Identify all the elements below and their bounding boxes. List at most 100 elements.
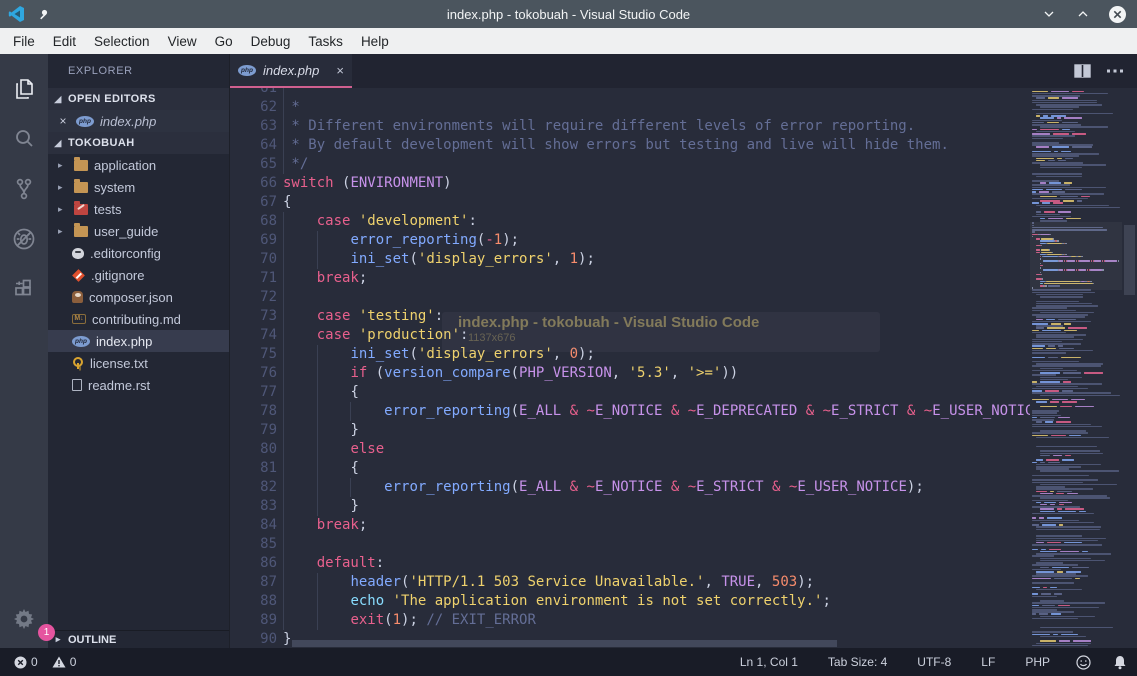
line-number[interactable]: 63 — [230, 117, 277, 136]
tree-item-tests[interactable]: ▸tests — [48, 198, 229, 220]
close-button[interactable] — [1107, 4, 1127, 24]
code-line-86[interactable]: default: — [283, 554, 1030, 573]
code-line-89[interactable]: exit(1); // EXIT_ERROR — [283, 611, 1030, 630]
feedback-smiley-icon[interactable] — [1076, 655, 1091, 670]
status-ln-1-col-1[interactable]: Ln 1, Col 1 — [736, 655, 802, 669]
line-number[interactable]: 67 — [230, 193, 277, 212]
code-line-66[interactable]: switch (ENVIRONMENT) — [283, 174, 1030, 193]
close-editor-icon[interactable]: × — [56, 114, 70, 128]
tree-item-index-php[interactable]: index.php — [48, 330, 229, 352]
tree-item-gitignore[interactable]: .gitignore — [48, 264, 229, 286]
line-number[interactable]: 69 — [230, 231, 277, 250]
line-number[interactable]: 85 — [230, 535, 277, 554]
search-icon[interactable] — [0, 114, 48, 164]
line-number[interactable]: 73 — [230, 307, 277, 326]
open-editor-item[interactable]: × index.php — [48, 110, 229, 132]
problems-errors[interactable]: 0 — [10, 655, 42, 669]
horizontal-scrollbar-thumb[interactable] — [292, 640, 837, 647]
tab-close-icon[interactable]: × — [336, 63, 344, 78]
menu-view[interactable]: View — [159, 30, 206, 53]
line-number[interactable]: 64 — [230, 136, 277, 155]
line-number[interactable]: 90 — [230, 630, 277, 648]
tree-item-user_guide[interactable]: ▸user_guide — [48, 220, 229, 242]
line-number[interactable]: 83 — [230, 497, 277, 516]
code-line-87[interactable]: header('HTTP/1.1 503 Service Unavailable… — [283, 573, 1030, 592]
code-line-74[interactable]: case 'production': — [283, 326, 1030, 345]
status-utf-8[interactable]: UTF-8 — [913, 655, 955, 669]
line-number[interactable]: 84 — [230, 516, 277, 535]
menu-file[interactable]: File — [4, 30, 44, 53]
line-number-gutter[interactable]: 6162636465666768697071727374757677787980… — [230, 88, 277, 648]
code-line-72[interactable] — [283, 288, 1030, 307]
tree-item-application[interactable]: ▸application — [48, 154, 229, 176]
folder-section-header[interactable]: ◢ TOKOBUAH — [48, 132, 229, 154]
tree-item-contributing-md[interactable]: contributing.md — [48, 308, 229, 330]
notification-badge[interactable]: 1 — [38, 624, 55, 641]
code-line-68[interactable]: case 'development': — [283, 212, 1030, 231]
menu-edit[interactable]: Edit — [44, 30, 85, 53]
tree-item-readme-rst[interactable]: readme.rst — [48, 374, 229, 396]
line-number[interactable]: 72 — [230, 288, 277, 307]
line-number[interactable]: 68 — [230, 212, 277, 231]
line-number[interactable]: 89 — [230, 611, 277, 630]
code-line-80[interactable]: else — [283, 440, 1030, 459]
line-number[interactable]: 82 — [230, 478, 277, 497]
code-line-65[interactable]: */ — [283, 155, 1030, 174]
code-line-73[interactable]: case 'testing': — [283, 307, 1030, 326]
vertical-scrollbar[interactable] — [1122, 88, 1137, 648]
code-line-81[interactable]: { — [283, 459, 1030, 478]
menu-help[interactable]: Help — [352, 30, 398, 53]
code-line-83[interactable]: } — [283, 497, 1030, 516]
editor[interactable]: 6162636465666768697071727374757677787980… — [230, 88, 1137, 648]
minimap[interactable] — [1030, 88, 1122, 648]
line-number[interactable]: 77 — [230, 383, 277, 402]
tree-item-system[interactable]: ▸system — [48, 176, 229, 198]
tab-index-php[interactable]: index.php × — [230, 54, 352, 88]
tree-item-composer-json[interactable]: composer.json — [48, 286, 229, 308]
code-line-67[interactable]: { — [283, 193, 1030, 212]
line-number[interactable]: 78 — [230, 402, 277, 421]
line-number[interactable]: 70 — [230, 250, 277, 269]
code-line-82[interactable]: error_reporting(E_ALL & ~E_NOTICE & ~E_S… — [283, 478, 1030, 497]
line-number[interactable]: 74 — [230, 326, 277, 345]
code-line-78[interactable]: error_reporting(E_ALL & ~E_NOTICE & ~E_D… — [283, 402, 1030, 421]
menu-selection[interactable]: Selection — [85, 30, 159, 53]
code-line-61[interactable]: * — [283, 88, 1030, 98]
problems-warnings[interactable]: 0 — [48, 655, 81, 669]
line-number[interactable]: 75 — [230, 345, 277, 364]
tree-item-editorconfig[interactable]: .editorconfig — [48, 242, 229, 264]
code-line-88[interactable]: echo 'The application environment is not… — [283, 592, 1030, 611]
menu-go[interactable]: Go — [206, 30, 242, 53]
code-line-62[interactable]: * — [283, 98, 1030, 117]
code-line-84[interactable]: break; — [283, 516, 1030, 535]
minimize-button[interactable] — [1039, 4, 1059, 24]
code-line-63[interactable]: * Different environments will require di… — [283, 117, 1030, 136]
code-line-70[interactable]: ini_set('display_errors', 1); — [283, 250, 1030, 269]
code-line-69[interactable]: error_reporting(-1); — [283, 231, 1030, 250]
code-content[interactable]: * * * Different environments will requir… — [277, 88, 1030, 648]
tree-item-license-txt[interactable]: license.txt — [48, 352, 229, 374]
code-line-85[interactable] — [283, 535, 1030, 554]
menu-tasks[interactable]: Tasks — [299, 30, 352, 53]
line-number[interactable]: 62 — [230, 98, 277, 117]
debug-disabled-icon[interactable] — [0, 214, 48, 264]
line-number[interactable]: 61 — [230, 88, 277, 98]
code-line-75[interactable]: ini_set('display_errors', 0); — [283, 345, 1030, 364]
status-lf[interactable]: LF — [977, 655, 999, 669]
line-number[interactable]: 76 — [230, 364, 277, 383]
code-line-79[interactable]: } — [283, 421, 1030, 440]
extensions-icon[interactable] — [0, 264, 48, 314]
open-editors-header[interactable]: ◢ OPEN EDITORS — [48, 88, 229, 110]
notifications-bell-icon[interactable] — [1113, 655, 1127, 670]
code-line-64[interactable]: * By default development will show error… — [283, 136, 1030, 155]
line-number[interactable]: 88 — [230, 592, 277, 611]
menu-debug[interactable]: Debug — [242, 30, 300, 53]
code-line-71[interactable]: break; — [283, 269, 1030, 288]
pin-icon[interactable] — [36, 7, 50, 21]
explorer-icon[interactable] — [0, 64, 48, 114]
outline-section-header[interactable]: ▸ OUTLINE — [48, 630, 229, 648]
split-editor-icon[interactable] — [1074, 64, 1091, 78]
line-number[interactable]: 81 — [230, 459, 277, 478]
status-php[interactable]: PHP — [1021, 655, 1054, 669]
line-number[interactable]: 80 — [230, 440, 277, 459]
